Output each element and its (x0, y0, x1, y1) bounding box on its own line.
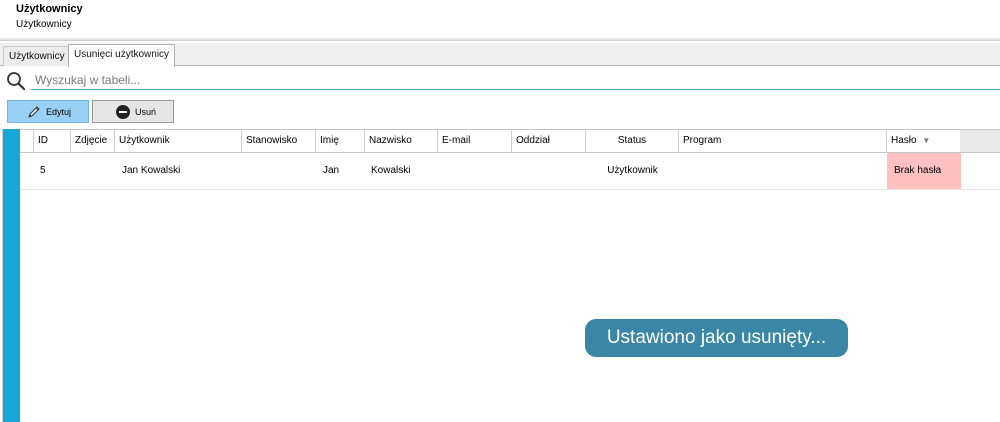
column-header-email[interactable]: E-mail (438, 130, 512, 152)
column-header-status[interactable]: Status (586, 130, 679, 152)
users-table: ID Zdjęcie Użytkownik Stanowisko Imię Na… (20, 129, 1000, 422)
table-header: ID Zdjęcie Użytkownik Stanowisko Imię Na… (20, 129, 1000, 153)
header-filler (960, 130, 1000, 152)
header-selector (20, 130, 34, 152)
tab-deleted-users[interactable]: Usunięci użytkownicy (68, 44, 176, 67)
edit-button-label: Edytuj (46, 106, 72, 117)
search-input[interactable] (31, 70, 1000, 90)
tab-bar: Użytkownicy Usunięci użytkownicy (0, 43, 1000, 67)
pencil-icon (28, 105, 40, 118)
cell-password-status: Brak hasła (887, 153, 961, 189)
header-divider (0, 38, 1000, 41)
page-header: Użytkownicy Użytkownicy (0, 0, 1000, 38)
table-row[interactable]: 5 Jan Kowalski Jan Kowalski Użytkownik B… (20, 153, 1000, 190)
cell-user: Jan Kowalski (122, 165, 181, 176)
cell-first-name: Jan (323, 165, 340, 176)
minus-circle-icon (116, 104, 130, 119)
column-header-password[interactable]: Hasło ▼ (887, 130, 961, 152)
column-header-first-name[interactable]: Imię (316, 130, 365, 152)
column-header-photo[interactable]: Zdjęcie (71, 130, 115, 152)
edit-button[interactable]: Edytuj (7, 100, 89, 123)
column-header-position[interactable]: Stanowisko (242, 130, 316, 152)
column-header-branch[interactable]: Oddział (512, 130, 586, 152)
column-header-password-label: Hasło (891, 135, 917, 146)
cell-last-name: Kowalski (371, 165, 411, 176)
delete-button-label: Usuń (135, 106, 157, 117)
action-toolbar: Edytuj Usuń (0, 94, 1000, 128)
column-header-id[interactable]: ID (34, 130, 71, 152)
tab-users[interactable]: Użytkownicy (3, 46, 71, 66)
row-indicator-bar (3, 129, 20, 422)
toast-notification: Ustawiono jako usunięty... (585, 319, 848, 357)
search-bar (0, 67, 1000, 93)
cell-status: Użytkownik (607, 165, 658, 176)
delete-button[interactable]: Usuń (92, 100, 174, 123)
column-header-last-name[interactable]: Nazwisko (365, 130, 438, 152)
column-header-program[interactable]: Program (679, 130, 887, 152)
sort-descending-icon: ▼ (922, 136, 931, 145)
page-title: Użytkownicy (16, 3, 83, 15)
column-header-user[interactable]: Użytkownik (115, 130, 242, 152)
page-subtitle: Użytkownicy (16, 19, 72, 30)
search-icon[interactable] (6, 71, 26, 91)
cell-id: 5 (40, 165, 46, 176)
